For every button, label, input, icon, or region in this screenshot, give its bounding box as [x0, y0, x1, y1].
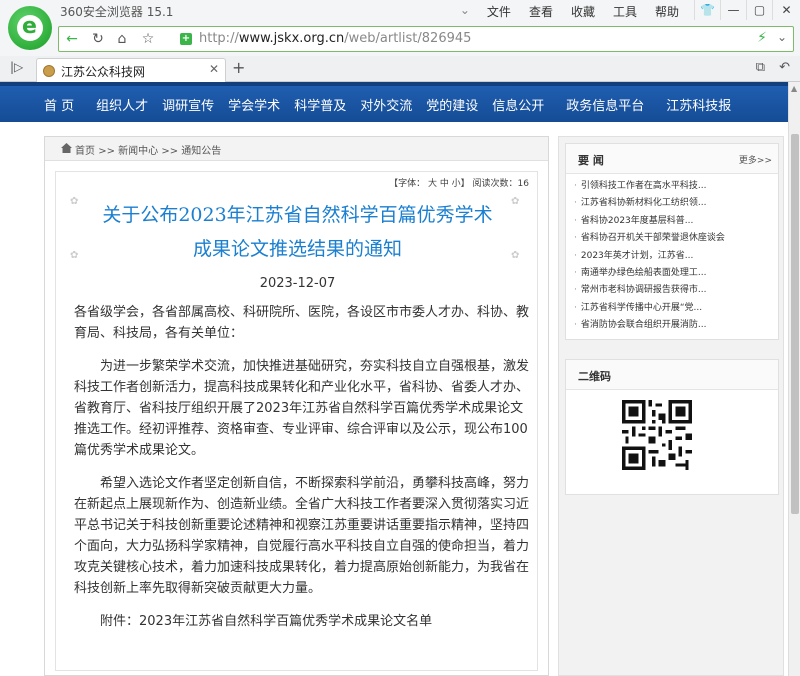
- news-box-title: 要 闻: [578, 154, 604, 167]
- breadcrumb-separator: >>: [98, 146, 115, 157]
- browser-titlebar: e 360安全浏览器 15.1 ⌄ 文件 查看 收藏 工具 帮助 👕 — ▢ ✕…: [0, 0, 800, 56]
- news-item[interactable]: 省科协2023年度基层科普...: [574, 213, 772, 230]
- back-icon[interactable]: ←: [61, 29, 83, 49]
- menu-help[interactable]: 帮助: [646, 3, 688, 20]
- star-icon[interactable]: ☆: [137, 29, 159, 49]
- news-list: 引领科技工作者在高水平科技... 江苏省科协新材料化工纺织领... 省科协202…: [566, 174, 778, 339]
- nav-gov-platform[interactable]: 政务信息平台: [566, 95, 644, 114]
- browser-logo: e: [8, 6, 52, 50]
- more-link[interactable]: 更多>>: [739, 153, 772, 166]
- lightning-icon[interactable]: ⚡: [757, 30, 767, 46]
- news-item[interactable]: 江苏省科协新材料化工纺织领...: [574, 195, 772, 212]
- sidebar-toggle-icon[interactable]: |▷: [10, 60, 23, 74]
- nav-research[interactable]: 调研宣传: [162, 95, 214, 114]
- address-dropdown-icon[interactable]: ⌄: [777, 30, 787, 44]
- news-item[interactable]: 省消防协会联合组织开展消防...: [574, 317, 772, 334]
- qr-box: 二维码: [565, 359, 779, 495]
- tab-close-icon[interactable]: ✕: [209, 62, 219, 76]
- minimize-button[interactable]: —: [720, 0, 746, 20]
- nav-academic[interactable]: 学会学术: [228, 95, 280, 114]
- tab-active[interactable]: 江苏公众科技网 ✕: [36, 58, 226, 82]
- paragraph: 为进一步繁荣学术交流，加快推进基础研究，夯实科技自立自强根基，激发科技工作者创新…: [74, 359, 530, 458]
- nav-science-popularization[interactable]: 科学普及: [294, 95, 346, 114]
- news-item[interactable]: 省科协召开机关干部荣誉退休座谈会: [574, 230, 772, 247]
- article-body: 【字体： 大 中 小】 阅读次数：16 ✿ ✿ ✿ ✿ 关于公布2023年江苏省…: [55, 171, 538, 671]
- nav-exchange[interactable]: 对外交流: [360, 95, 412, 114]
- nav-tech-news[interactable]: 江苏科技报: [666, 95, 731, 114]
- attachment-link[interactable]: 附件：2023年江苏省自然科学百篇优秀学术成果论文名单: [74, 611, 529, 632]
- close-button[interactable]: ✕: [772, 0, 800, 20]
- breadcrumb-home-icon: [61, 143, 72, 153]
- news-item[interactable]: 2023年英才计划，江苏省...: [574, 248, 772, 265]
- shirt-icon[interactable]: 👕: [694, 0, 720, 20]
- menu-chevron-icon[interactable]: ⌄: [452, 3, 478, 20]
- security-shield-icon[interactable]: +: [180, 33, 192, 45]
- nav-home[interactable]: 首 页: [44, 95, 74, 114]
- news-item[interactable]: 引领科技工作者在高水平科技...: [574, 178, 772, 195]
- article-panel: 首页 >> 新闻中心 >> 通知公告 【字体： 大 中 小】 阅读次数：16 ✿…: [44, 136, 549, 676]
- url-input[interactable]: http://www.jskx.org.cn/web/artlist/82694…: [199, 31, 471, 46]
- menu-view[interactable]: 查看: [520, 3, 562, 20]
- new-tab-icon[interactable]: +: [232, 58, 245, 77]
- qr-box-title: 二维码: [578, 370, 611, 383]
- nav-org-talent[interactable]: 组织人才: [96, 95, 148, 114]
- menu-tools[interactable]: 工具: [604, 3, 646, 20]
- nav-party[interactable]: 党的建设: [426, 95, 478, 114]
- news-item[interactable]: 南通举办绿色绘船表面处理工...: [574, 265, 772, 282]
- breadcrumb-notices[interactable]: 通知公告: [181, 146, 221, 157]
- undo-close-icon[interactable]: ↶: [779, 60, 790, 75]
- news-box: 要 闻 更多>> 引领科技工作者在高水平科技... 江苏省科协新材料化工纺织领.…: [565, 143, 779, 340]
- font-size-tools[interactable]: 【字体： 大 中 小】 阅读次数：16: [389, 176, 529, 189]
- scroll-thumb[interactable]: [791, 134, 799, 514]
- tab-list-icon[interactable]: ⧉: [756, 60, 765, 75]
- scroll-up-icon[interactable]: ▲: [791, 84, 797, 93]
- tab-bar: |▷ 江苏公众科技网 ✕ + ⧉ ↶: [0, 56, 800, 82]
- tab-tools: ⧉ ↶: [756, 60, 790, 75]
- paragraph: 希望入选论文作者坚定创新自信，不断探索科学前沿，勇攀科技高峰，努力在新起点上展现…: [74, 476, 530, 596]
- breadcrumb-separator: >>: [161, 146, 179, 157]
- page-scrollbar[interactable]: ▲: [788, 82, 800, 676]
- article-date: 2023-12-07: [259, 276, 336, 291]
- address-bar: ← ↻ ⌂ ☆ + http://www.jskx.org.cn/web/art…: [58, 26, 794, 52]
- browser-menu: ⌄ 文件 查看 收藏 工具 帮助: [452, 3, 688, 20]
- sidebar: 要 闻 更多>> 引领科技工作者在高水平科技... 江苏省科协新材料化工纺织领.…: [558, 136, 784, 676]
- qr-code: [622, 400, 692, 470]
- breadcrumb-news-center[interactable]: 新闻中心: [118, 146, 158, 157]
- refresh-icon[interactable]: ↻: [87, 29, 109, 49]
- site-nav: 首 页 组织人才 调研宣传 学会学术 科学普及 对外交流 党的建设 信息公开 政…: [0, 82, 788, 122]
- home-icon[interactable]: ⌂: [111, 29, 133, 49]
- breadcrumb-home[interactable]: 首页: [75, 146, 95, 157]
- breadcrumb: 首页 >> 新闻中心 >> 通知公告: [45, 137, 548, 161]
- article-text: 各省级学会，各省部属高校、科研院所、医院，各设区市市委人才办、科协、教育局、科技…: [74, 302, 529, 644]
- tab-title: 江苏公众科技网: [61, 65, 146, 79]
- article-title: 关于公布2023年江苏省自然科学百篇优秀学术 成果论文推选结果的通知: [102, 204, 493, 260]
- news-item[interactable]: 江苏省科学传播中心开展“党...: [574, 300, 772, 317]
- menu-favorites[interactable]: 收藏: [562, 3, 604, 20]
- menu-file[interactable]: 文件: [478, 3, 520, 20]
- maximize-button[interactable]: ▢: [746, 0, 772, 20]
- paragraph: 各省级学会，各省部属高校、科研院所、医院，各设区市市委人才办、科协、教育局、科技…: [74, 305, 530, 341]
- app-title: 360安全浏览器 15.1: [60, 5, 174, 19]
- news-item[interactable]: 常州市老科协调研报告获得市...: [574, 282, 772, 299]
- window-controls: 👕 — ▢ ✕: [694, 0, 800, 20]
- site-favicon-icon: [43, 65, 55, 77]
- nav-disclosure[interactable]: 信息公开: [492, 95, 544, 114]
- page-content: 首页 >> 新闻中心 >> 通知公告 【字体： 大 中 小】 阅读次数：16 ✿…: [0, 122, 788, 676]
